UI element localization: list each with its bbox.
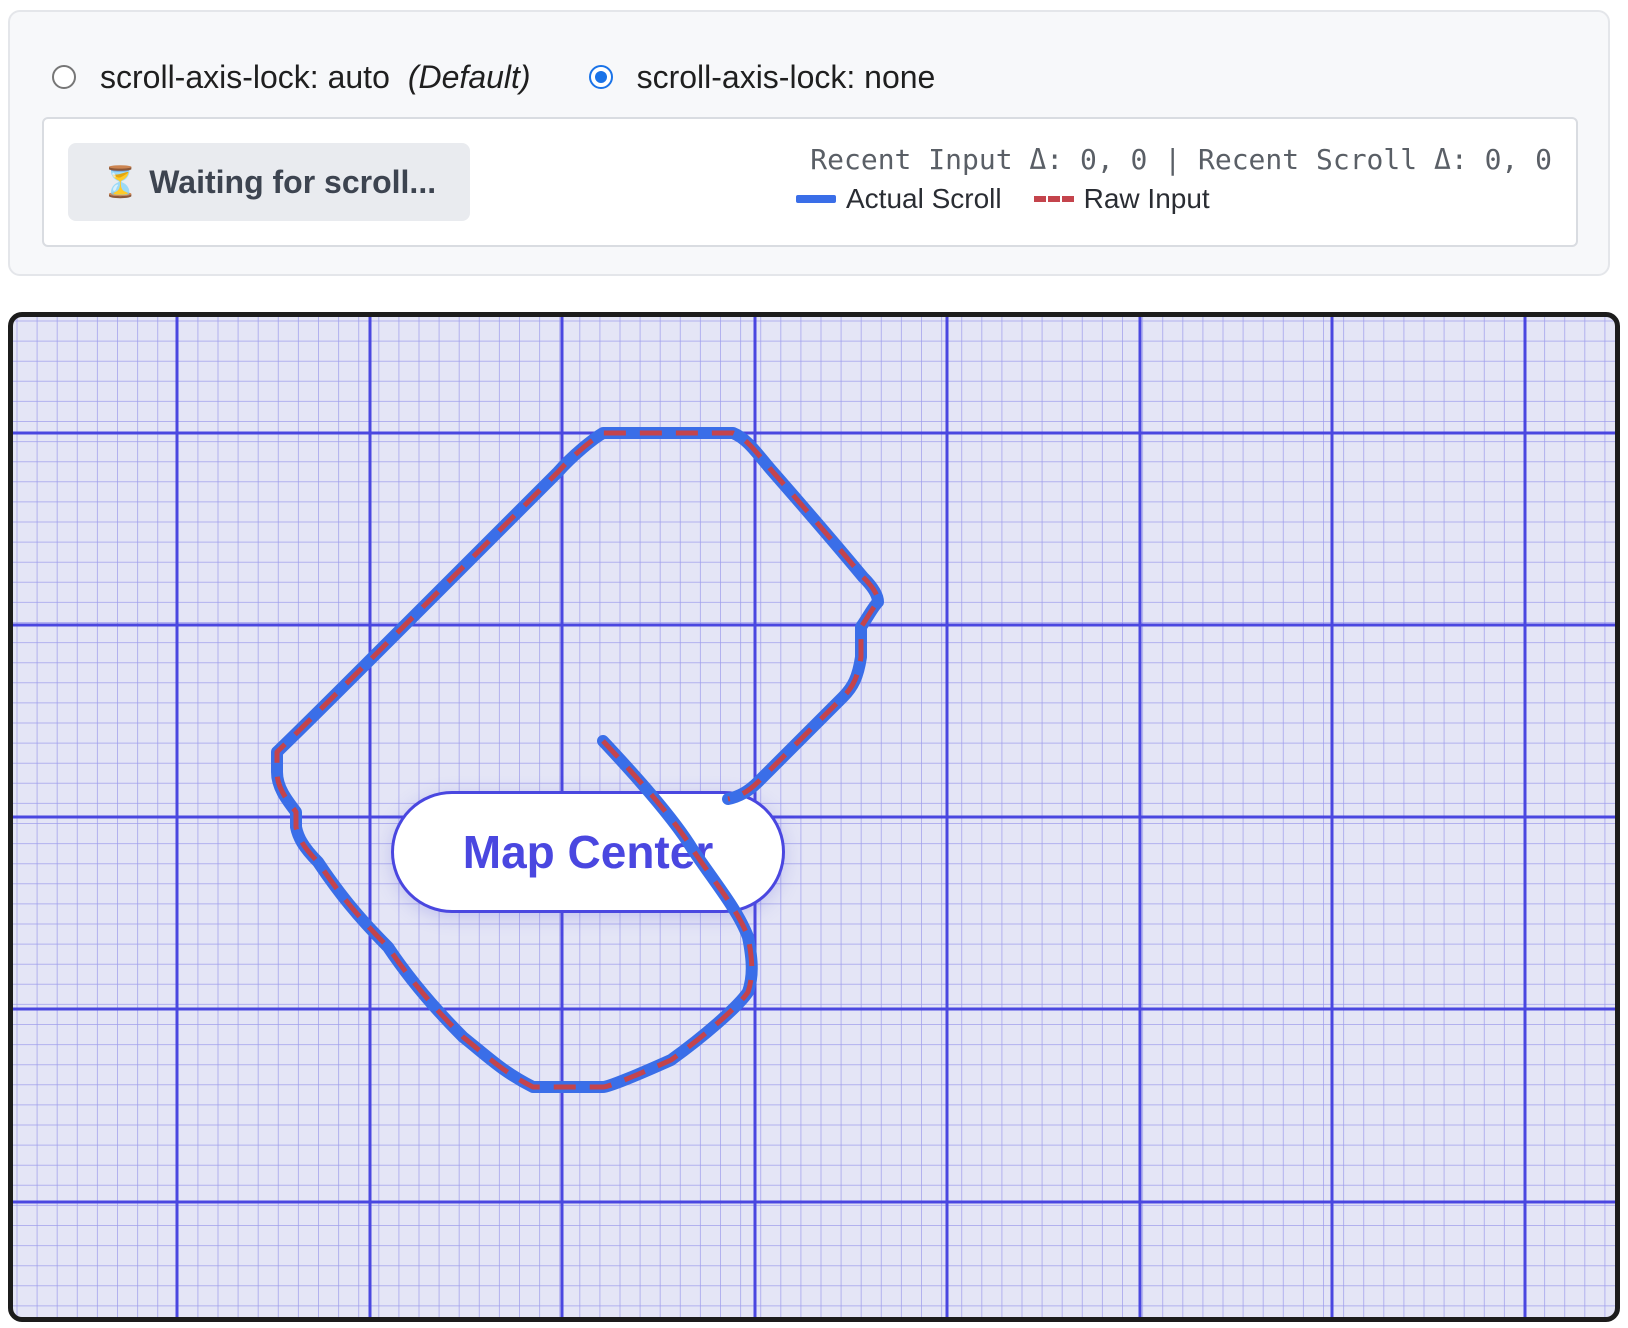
status-message: Waiting for scroll... (149, 163, 437, 200)
radio-auto[interactable] (52, 65, 76, 89)
legend-actual-label: Actual Scroll (846, 183, 1002, 214)
status-panel: ⏳ Waiting for scroll... Recent Input Δ: … (42, 117, 1578, 247)
option-none-label: scroll-axis-lock: none (636, 58, 936, 95)
scroll-lock-controls: scroll-axis-lock: auto (Default) scroll-… (8, 10, 1610, 276)
radio-group: scroll-axis-lock: auto (Default) scroll-… (52, 52, 993, 102)
legend-raw-label: Raw Input (1083, 183, 1210, 214)
legend-actual: Actual Scroll (796, 183, 1002, 215)
status-indicator: ⏳ Waiting for scroll... (68, 143, 470, 221)
delta-readout: Recent Input Δ: 0, 0 | Recent Scroll Δ: … (810, 143, 1552, 176)
map-center-label: Map Center (391, 791, 785, 913)
raw-input-swatch (1033, 196, 1074, 202)
option-auto[interactable]: scroll-axis-lock: auto (Default) (52, 59, 531, 96)
grid (13, 317, 1615, 1317)
hourglass-icon: ⏳ (101, 165, 140, 199)
actual-scroll-swatch (796, 195, 836, 203)
option-auto-label: scroll-axis-lock: auto (100, 58, 390, 95)
option-none[interactable]: scroll-axis-lock: none (588, 58, 936, 96)
legend-raw: Raw Input (1033, 183, 1210, 215)
radio-none[interactable] (588, 65, 613, 89)
scroll-map[interactable]: Map Center (8, 312, 1620, 1322)
option-auto-note: (Default) (407, 58, 531, 95)
legend: Actual Scroll Raw Input (796, 183, 1242, 215)
